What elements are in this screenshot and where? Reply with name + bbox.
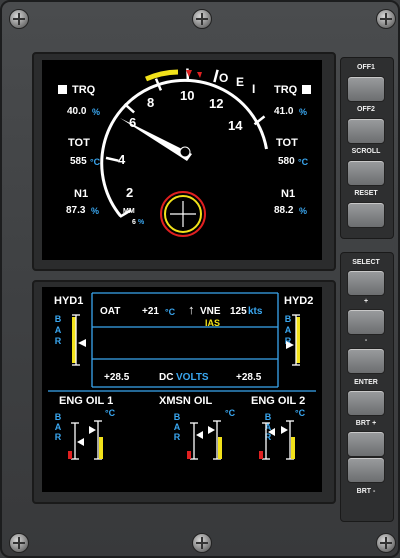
oei-label-o: O	[219, 71, 228, 85]
dial-red-marker-2	[197, 72, 202, 78]
tick-label-10: 10	[180, 88, 194, 103]
dial-tick-labels: 2 4 6 8 10 12 14	[118, 88, 243, 200]
xmsn-oil-press-gauge	[187, 422, 203, 460]
off1-button[interactable]	[347, 76, 385, 102]
scroll-button[interactable]	[347, 160, 385, 186]
select-button[interactable]	[347, 270, 385, 296]
brt-plus-button[interactable]	[347, 431, 385, 457]
tick-label-2: 2	[126, 185, 133, 200]
power-dial: 2 4 6 8 10 12 14 O E I	[100, 68, 268, 237]
screw-top-right	[376, 9, 396, 29]
oei-labels: O E I	[219, 71, 255, 96]
screw-bottom-center	[192, 533, 212, 553]
oil-gauges	[68, 420, 295, 460]
brt-minus-button[interactable]	[347, 457, 385, 483]
scroll-label: SCROLL	[351, 148, 381, 155]
select-label: SELECT	[352, 259, 380, 266]
tick-label-12: 12	[209, 96, 223, 111]
eng-oil-1-press-gauge	[68, 422, 84, 460]
screw-top-center	[192, 9, 212, 29]
tick-mark-12	[213, 69, 219, 83]
enter-label: ENTER	[354, 379, 378, 386]
tick-mark-4	[105, 156, 119, 162]
plus-label: +	[363, 298, 369, 305]
reset-button[interactable]	[347, 202, 385, 228]
minus-label: -	[364, 337, 368, 344]
brt-minus-label: BRT -	[356, 488, 376, 495]
off1-label: OFF1	[357, 64, 375, 71]
off2-label: OFF2	[357, 106, 375, 113]
oei-label-i: I	[252, 82, 255, 96]
minus-button[interactable]	[347, 348, 385, 374]
eng-oil-2-press-gauge	[259, 422, 275, 460]
display-panel: TRQ 40.0 % TOT 585 °C N1 87.3 % TRQ 41.0…	[0, 0, 400, 558]
screw-top-left	[9, 9, 29, 29]
tick-label-14: 14	[228, 118, 243, 133]
dial-yellow-band	[144, 69, 179, 82]
oei-label-e: E	[236, 75, 244, 89]
reset-label: RESET	[354, 190, 378, 197]
tick-label-8: 8	[147, 95, 154, 110]
eng-oil-2-temp-gauge	[281, 420, 295, 460]
brt-plus-label: BRT +	[355, 420, 377, 427]
dial-needle-hub	[179, 146, 191, 158]
tick-mark-6	[123, 102, 135, 114]
mm-label: MM	[123, 208, 135, 215]
eng-oil-1-temp-gauge	[89, 420, 103, 460]
xmsn-oil-temp-gauge	[208, 420, 222, 460]
tick-label-4: 4	[118, 152, 126, 167]
screw-bottom-left	[9, 533, 29, 553]
plus-button[interactable]	[347, 309, 385, 335]
enter-button[interactable]	[347, 390, 385, 416]
screw-bottom-right	[376, 533, 396, 553]
mm-value: 6	[132, 219, 136, 226]
off2-button[interactable]	[347, 118, 385, 144]
tick-label-6: 6	[129, 115, 136, 130]
mm-unit: %	[138, 219, 145, 226]
